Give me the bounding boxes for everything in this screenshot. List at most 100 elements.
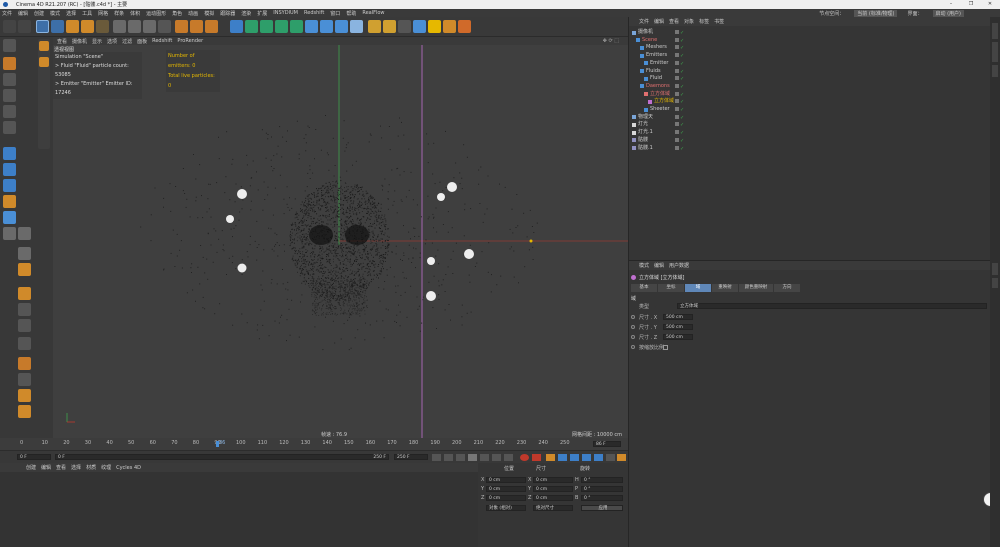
prev-frame-icon[interactable] (456, 454, 465, 461)
menu-mode[interactable]: 模式 (50, 10, 60, 17)
arc-tool-icon[interactable] (18, 405, 31, 418)
recent-tool-icon[interactable] (96, 20, 109, 33)
size-z-input[interactable]: 500 cm (663, 334, 693, 340)
object-row[interactable]: Fluid ✓ (629, 75, 991, 83)
menu-mesh[interactable]: 网格 (98, 10, 108, 17)
model-mode-icon[interactable] (3, 57, 16, 70)
subtab-direction[interactable]: 方向 (774, 284, 800, 292)
object-row[interactable]: 摄像机 ✓ (629, 29, 991, 37)
vp-menu-redshift[interactable]: Redshift (152, 38, 172, 44)
coord-mode-dropdown[interactable]: 对象 (相对) (486, 505, 526, 511)
start-frame-field[interactable]: 0 F (17, 454, 51, 460)
vp-menu-panel[interactable]: 面板 (137, 38, 147, 45)
cloner-icon[interactable] (275, 20, 288, 33)
obj-menu-bookmarks[interactable]: 书签 (714, 18, 724, 25)
viewport-nav-icons[interactable]: ✥ ⟳ ⬚ (603, 38, 619, 44)
key-scale-icon[interactable] (570, 454, 579, 461)
size-z-anim-icon[interactable] (631, 335, 635, 339)
subtab-field[interactable]: 域 (685, 284, 711, 292)
size-mode-dropdown[interactable]: 绝对尺寸 (533, 505, 573, 511)
visibility-toggles[interactable]: ✓ (675, 99, 695, 105)
visibility-toggles[interactable]: ✓ (675, 76, 695, 82)
visibility-toggles[interactable]: ✓ (675, 122, 695, 128)
scale-checkbox[interactable] (663, 345, 668, 350)
scale-tool-icon[interactable] (66, 20, 79, 33)
world-coords-icon[interactable] (158, 20, 171, 33)
rotate-tool-icon[interactable] (81, 20, 94, 33)
light-icon[interactable] (350, 20, 363, 33)
make-editable-icon[interactable] (3, 39, 16, 52)
visibility-toggles[interactable]: ✓ (675, 30, 695, 36)
obj-menu-tags[interactable]: 标签 (699, 18, 709, 25)
object-name[interactable]: Fluids (646, 68, 661, 76)
object-name[interactable]: 骷髅 (638, 137, 648, 145)
next-key-icon[interactable] (492, 454, 501, 461)
grid-icon[interactable] (398, 20, 411, 33)
menu-tools[interactable]: 工具 (82, 10, 92, 17)
brush-icon[interactable] (3, 227, 16, 240)
polygons-mode-icon[interactable] (3, 121, 16, 134)
object-name[interactable]: Emitter (650, 60, 668, 68)
object-name[interactable]: Emitters (646, 52, 667, 60)
menu-simulate[interactable]: 模拟 (204, 10, 214, 17)
node-space-dropdown[interactable]: 当前 (标准/物理) (854, 9, 898, 17)
move-tool-icon[interactable] (51, 20, 64, 33)
undo-icon[interactable] (3, 20, 16, 33)
type-dropdown[interactable]: 立方体域 (677, 303, 987, 309)
menu-insydium[interactable]: INSYDIUM (273, 10, 298, 16)
render-picture-viewer-icon[interactable] (190, 20, 203, 33)
mat-menu-edit[interactable]: 编辑 (41, 464, 51, 471)
menu-render[interactable]: 渲染 (241, 10, 251, 17)
object-row[interactable]: Scene ✓ (629, 37, 991, 45)
menu-file[interactable]: 文件 (2, 10, 12, 17)
object-name[interactable]: Meshers (646, 44, 667, 52)
mat-menu-texture[interactable]: 纹理 (101, 464, 111, 471)
visibility-toggles[interactable]: ✓ (675, 137, 695, 144)
axis-z-icon[interactable] (143, 20, 156, 33)
position-x-field[interactable]: 0 cm (486, 477, 526, 483)
render-view-icon[interactable] (175, 20, 188, 33)
object-row[interactable]: 灯光 ✓ (629, 121, 991, 129)
visibility-toggles[interactable]: ✓ (675, 107, 695, 113)
visibility-toggles[interactable]: ✓ (675, 83, 695, 90)
subtab-color-remap[interactable]: 颜色重映射 (739, 284, 773, 292)
object-row[interactable]: Emitter ✓ (629, 60, 991, 68)
menu-character[interactable]: 角色 (172, 10, 182, 17)
snap-icon[interactable] (3, 147, 16, 160)
go-to-end-icon[interactable] (504, 454, 513, 461)
mat-menu-create[interactable]: 创建 (26, 464, 36, 471)
current-frame-field[interactable]: 86 F (593, 441, 621, 447)
object-row[interactable]: 物理天 ✓ (629, 114, 991, 122)
menu-select[interactable]: 选择 (66, 10, 76, 17)
object-name[interactable]: 立方体域 (654, 98, 674, 106)
pen-spline-icon[interactable] (245, 20, 258, 33)
side-tab-attributes[interactable] (992, 263, 998, 275)
realflow-icon[interactable] (413, 20, 426, 33)
object-row[interactable]: 灯光.1 ✓ (629, 129, 991, 137)
visibility-toggles[interactable]: ✓ (675, 53, 695, 59)
visibility-toggles[interactable]: ✓ (675, 37, 695, 44)
mat-menu-select[interactable]: 选择 (71, 464, 81, 471)
subtab-basic[interactable]: 基本 (631, 284, 657, 292)
vp-menu-options[interactable]: 选项 (107, 38, 117, 45)
script-icon[interactable] (458, 20, 471, 33)
object-name[interactable]: 灯光.1 (638, 129, 653, 137)
floor-icon[interactable] (320, 20, 333, 33)
points-mode-icon[interactable] (3, 89, 16, 102)
deformer-icon[interactable] (290, 20, 303, 33)
edges-mode-icon[interactable] (3, 105, 16, 118)
visibility-toggles[interactable]: ✓ (675, 114, 695, 121)
obj-menu-view[interactable]: 查看 (669, 18, 679, 25)
size-x-input[interactable]: 500 cm (663, 314, 693, 320)
position-z-field[interactable]: 0 cm (486, 495, 526, 501)
bevel-icon[interactable] (18, 287, 31, 300)
layout-dropdown[interactable]: 启动 (用户) (932, 9, 964, 17)
key-rotation-icon[interactable] (582, 454, 591, 461)
size-y-anim-icon[interactable] (631, 325, 635, 329)
key-position-icon[interactable] (558, 454, 567, 461)
xparticles-emitter-icon[interactable] (368, 20, 381, 33)
size-x-anim-icon[interactable] (631, 315, 635, 319)
subtab-remap[interactable]: 重映射 (712, 284, 738, 292)
autokey-icon[interactable] (532, 454, 541, 461)
subtab-coord[interactable]: 坐标 (658, 284, 684, 292)
